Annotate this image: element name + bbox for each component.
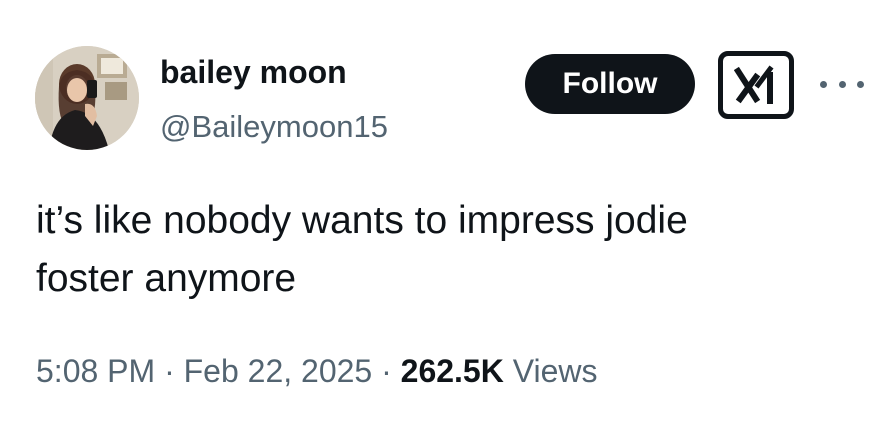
tweet-time[interactable]: 5:08 PM (36, 353, 155, 389)
more-horizontal-icon-dot (857, 80, 864, 88)
more-options-button[interactable] (820, 72, 864, 96)
avatar[interactable] (35, 46, 139, 150)
handle[interactable]: @Baileymoon15 (160, 108, 388, 146)
profile-photo-icon (35, 46, 139, 150)
tweet-date[interactable]: Feb 22, 2025 (184, 353, 373, 389)
views-count: 262.5K (400, 353, 504, 389)
follow-button[interactable]: Follow (525, 54, 695, 114)
meta-separator: · (164, 353, 175, 389)
tweet-text-line: foster anymore (36, 257, 297, 300)
tweet-text-line: it’s like nobody wants to impress jodie (36, 199, 688, 242)
tweet-text: it’s like nobody wants to impress jodie … (36, 192, 856, 308)
views-label: Views (512, 353, 598, 389)
more-horizontal-icon-dot (820, 80, 827, 88)
more-horizontal-icon-dot (838, 80, 846, 88)
grok-button[interactable] (718, 51, 794, 119)
meta-separator: · (381, 353, 392, 389)
display-name[interactable]: bailey moon (160, 52, 347, 92)
tweet-meta: 5:08 PM · Feb 22, 2025 · 262.5K Views (36, 351, 598, 391)
grok-icon (734, 65, 774, 104)
